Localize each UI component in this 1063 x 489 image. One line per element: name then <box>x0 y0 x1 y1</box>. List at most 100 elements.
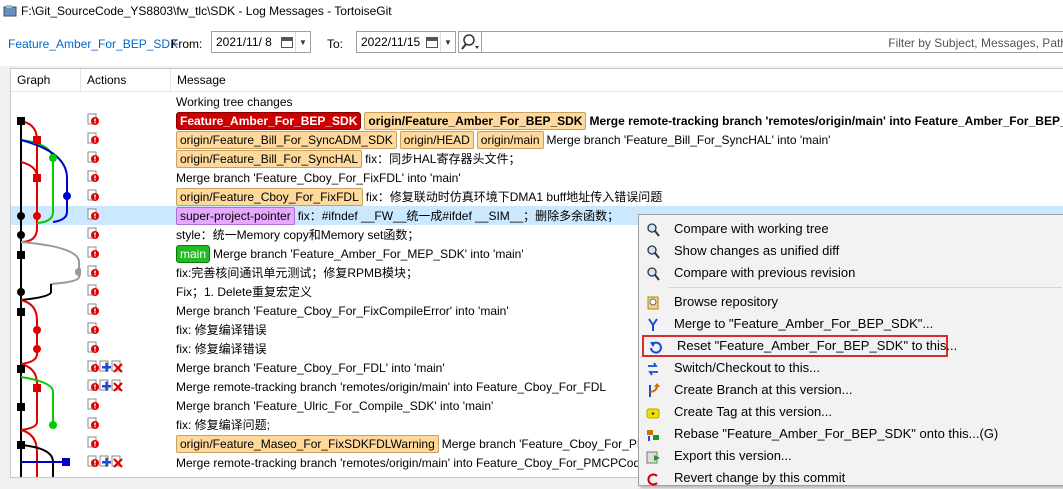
reset-icon <box>650 341 662 354</box>
modified-icon <box>87 398 99 410</box>
commit-subject: Merge branch 'Feature_Ulric_For_Compile_… <box>176 398 494 413</box>
ref-label[interactable]: origin/Feature_Amber_For_BEP_SDK <box>364 111 587 130</box>
commit-subject: fix: 修复编译错误 <box>176 342 267 356</box>
commit-subject: Merge branch 'Feature_Amber_For_MEP_SDK'… <box>213 246 524 261</box>
commit-subject: Merge branch 'Feature_Bill_For_SyncHAL' … <box>546 132 831 147</box>
commit-row[interactable]: Feature_Amber_For_BEP_SDK origin/Feature_… <box>11 111 1063 130</box>
calendar-icon <box>281 36 293 48</box>
search-icon <box>461 34 479 50</box>
deleted-icon <box>111 360 123 373</box>
commit-message: fix:完善核间通讯单元测试；修复RPMB模块； <box>176 263 418 282</box>
commit-row[interactable]: origin/Feature_Bill_For_SyncADM_SDK origi… <box>11 130 1063 149</box>
menu-item[interactable]: Show changes as unified diff <box>639 240 1063 262</box>
menu-item[interactable]: Switch/Checkout to this... <box>639 357 1063 379</box>
commit-subject: fix：#ifndef __FW__统一成#ifdef __SIM__；删除多余… <box>297 209 620 223</box>
modified-icon <box>87 360 99 372</box>
ref-label[interactable]: origin/HEAD <box>399 130 474 149</box>
commit-subject: Merge branch 'Feature_Cboy_For_FixFDL' i… <box>176 170 461 185</box>
deleted-icon <box>111 379 123 392</box>
menu-item[interactable]: Merge to "Feature_Amber_For_BEP_SDK"... <box>639 313 1063 335</box>
title-bar: F:\Git_SourceCode_YS8803\fw_tlc\SDK - Lo… <box>0 0 1063 22</box>
commit-message: Feature_Amber_For_BEP_SDK origin/Feature_… <box>176 111 1063 130</box>
commit-row[interactable]: Merge branch 'Feature_Cboy_For_FixFDL' i… <box>11 168 1063 187</box>
magnifier-icon <box>647 223 660 237</box>
ref-label[interactable]: origin/Feature_Cboy_For_FixFDL <box>176 187 363 206</box>
menu-item-label: Create Tag at this version... <box>674 404 833 419</box>
modified-icon <box>87 436 99 448</box>
ref-label[interactable]: origin/Feature_Maseo_For_FixSDKFDLWarnin… <box>176 434 439 453</box>
modified-icon <box>87 455 99 467</box>
commit-message: Merge remote-tracking branch 'remotes/or… <box>176 377 606 396</box>
column-header-graph[interactable]: Graph <box>11 69 81 91</box>
magnifier-icon <box>647 267 660 281</box>
commit-message: Working tree changes <box>176 92 293 111</box>
menu-item[interactable]: Compare with previous revision <box>639 262 1063 284</box>
menu-item[interactable]: Revert change by this commit <box>639 467 1063 489</box>
commit-subject: fix:完善核间通讯单元测试；修复RPMB模块； <box>176 266 419 280</box>
modified-icon <box>87 284 99 296</box>
ref-label[interactable]: main <box>176 244 211 263</box>
search-input[interactable]: Filter by Subject, Messages, Path <box>482 31 1063 53</box>
menu-item-label: Show changes as unified diff <box>674 243 840 258</box>
column-header-actions[interactable]: Actions <box>81 69 171 91</box>
calendar-icon <box>426 36 438 48</box>
menu-item[interactable]: Export this version... <box>639 445 1063 467</box>
commit-message: origin/Feature_Cboy_For_FixFDL fix：修复联动时仿… <box>176 187 662 206</box>
commit-subject: fix: 修复编译问题; <box>176 418 271 432</box>
chevron-down-icon[interactable]: ▼ <box>440 32 455 52</box>
deleted-icon <box>111 455 123 468</box>
menu-item[interactable]: Browse repository <box>639 291 1063 313</box>
modified-icon <box>87 322 99 334</box>
menu-item[interactable]: Create Tag at this version... <box>639 401 1063 423</box>
menu-item-label: Reset "Feature_Amber_For_BEP_SDK" to thi… <box>677 338 958 353</box>
modified-icon <box>87 265 99 277</box>
menu-item-label: Browse repository <box>674 294 779 309</box>
commit-message: Merge branch 'Feature_Cboy_For_FDL' into… <box>176 358 445 377</box>
menu-item[interactable]: Compare with working tree <box>639 218 1063 240</box>
ref-label[interactable]: Feature_Amber_For_BEP_SDK <box>176 111 362 130</box>
revision-graph <box>17 117 81 477</box>
menu-item[interactable]: Create Branch at this version... <box>639 379 1063 401</box>
commit-subject: Merge remote-tracking branch 'remotes/or… <box>176 455 647 470</box>
modified-icon <box>87 303 99 315</box>
to-label: To: <box>327 37 344 51</box>
commit-message: super-project-pointer fix：#ifndef __FW__统… <box>176 206 619 225</box>
commit-row[interactable]: origin/Feature_Cboy_For_FixFDL fix：修复联动时仿… <box>11 187 1063 206</box>
to-date-picker[interactable]: 2022/11/15 ▼ <box>356 31 456 53</box>
tag-icon <box>646 408 660 419</box>
commit-row[interactable]: Working tree changes <box>11 92 1063 111</box>
chevron-down-icon[interactable]: ▼ <box>295 32 310 52</box>
browse-icon <box>647 296 659 310</box>
commit-message: Merge branch 'Feature_Cboy_For_FixFDL' i… <box>176 168 461 187</box>
column-header-message[interactable]: Message <box>171 69 1063 91</box>
commit-row[interactable]: origin/Feature_Bill_For_SyncHAL fix：同步HAL… <box>11 149 1063 168</box>
menu-item-label: Export this version... <box>674 448 792 463</box>
modified-icon <box>87 132 99 144</box>
menu-item[interactable]: Rebase "Feature_Amber_For_BEP_SDK" onto … <box>639 423 1063 445</box>
ref-label[interactable]: origin/Feature_Bill_For_SyncHAL <box>176 149 363 168</box>
commit-message: Merge branch 'Feature_Cboy_For_FixCompil… <box>176 301 509 320</box>
menu-item-label: Switch/Checkout to this... <box>674 360 820 375</box>
menu-item-label: Rebase "Feature_Amber_For_BEP_SDK" onto … <box>674 426 999 441</box>
search-options-button[interactable] <box>458 31 482 53</box>
window-title: F:\Git_SourceCode_YS8803\fw_tlc\SDK - Lo… <box>21 4 392 18</box>
current-branch-link[interactable]: Feature_Amber_For_BEP_SDK <box>8 37 178 51</box>
switch-icon <box>648 362 658 376</box>
ref-label[interactable]: super-project-pointer <box>176 206 295 225</box>
commit-message: origin/Feature_Bill_For_SyncADM_SDK origi… <box>176 130 830 149</box>
commit-subject: Merge branch 'Feature_Cboy_For_FDL' into… <box>176 360 445 375</box>
commit-message: Fix；1. Delete重复宏定义 <box>176 282 312 301</box>
commit-subject: style：统一Memory copy和Memory set函数； <box>176 228 420 242</box>
ref-label[interactable]: origin/Feature_Bill_For_SyncADM_SDK <box>176 130 397 149</box>
commit-message: fix: 修复编译错误 <box>176 320 267 339</box>
magnifier-icon <box>647 245 660 259</box>
merge-icon <box>648 318 658 331</box>
modified-icon <box>87 341 99 353</box>
commit-subject: Merge remote-tracking branch 'remotes/or… <box>176 379 607 394</box>
from-date-picker[interactable]: 2021/11/ 8 ▼ <box>211 31 311 53</box>
modified-icon <box>87 227 99 239</box>
ref-label[interactable]: origin/main <box>476 130 544 149</box>
menu-item[interactable]: Reset "Feature_Amber_For_BEP_SDK" to thi… <box>642 335 957 357</box>
commit-message: main Merge branch 'Feature_Amber_For_MEP_… <box>176 244 524 263</box>
commit-message: fix: 修复编译问题; <box>176 415 270 434</box>
